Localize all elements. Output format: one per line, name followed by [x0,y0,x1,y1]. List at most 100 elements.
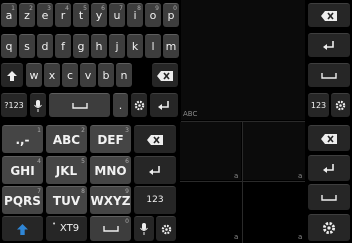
shift-key[interactable] [1,63,23,87]
key-x[interactable]: x [44,63,60,87]
key-label: 123 [146,195,164,205]
shift-key[interactable] [2,216,43,241]
key-hint: 8 [81,188,85,195]
period-key[interactable]: . [113,93,128,117]
t9-key-9[interactable]: WXYZ 9 [90,186,131,214]
key-label: . [118,99,123,112]
enter-key[interactable] [150,93,178,117]
key-l[interactable]: l [145,34,161,58]
delete-key[interactable] [152,63,178,87]
key-m[interactable]: m [163,34,179,58]
t9-key-8[interactable]: TUV 8 [46,186,87,214]
key-label: 123 [310,100,327,110]
voice-input-key[interactable] [30,93,46,117]
space-key[interactable]: 0 [90,216,131,241]
delete-key[interactable] [134,125,176,153]
t9-key-6[interactable]: MNO 6 [90,156,131,184]
key-u[interactable]: u7 [109,3,125,27]
key-z[interactable]: z2 [19,3,35,27]
key-n[interactable]: n [116,63,132,87]
key-t[interactable]: t5 [73,3,89,27]
key-label: n [120,69,128,82]
enter-key[interactable] [308,33,350,57]
key-label: XT9 [59,223,80,234]
symbols-mode-key[interactable]: ?123 [1,93,27,117]
key-o[interactable]: o9 [145,3,161,27]
key-y[interactable]: y6 [91,3,107,27]
key-hint: 2 [29,5,33,12]
key-label: i [133,9,137,22]
key-label: k [131,40,139,53]
key-a[interactable]: a1 [1,3,17,27]
t9-key-2[interactable]: ABC 2 [46,125,87,153]
key-hint: 6 [125,158,129,165]
delete-key[interactable] [308,125,350,151]
key-j[interactable]: j [109,34,125,58]
enter-arrow-icon [149,165,160,175]
settings-key[interactable] [308,214,350,241]
blank-pane-bottom-left [180,122,241,180]
enter-arrow-icon [158,100,169,110]
key-hint: 1 [37,127,41,134]
key-h[interactable]: h [91,34,107,58]
space-bar-icon [71,102,88,109]
key-f[interactable]: f [55,34,71,58]
key-label: ?123 [4,100,24,110]
pane-marker: a [234,172,239,180]
key-p[interactable]: p0 [163,3,179,27]
gear-icon [161,224,171,234]
space-bar-icon [321,72,337,79]
key-d[interactable]: d [37,34,53,58]
enter-key[interactable] [134,156,176,184]
pane-divider [180,181,305,182]
t9-key-1[interactable]: .,- 1 [2,125,43,153]
t9-key-7[interactable]: PQRS 7 [2,186,43,214]
enter-key[interactable] [308,155,350,181]
key-label: g [77,40,85,53]
t9-toggle-key[interactable]: • XT9 [46,216,87,241]
settings-key[interactable] [131,93,147,117]
space-key[interactable] [49,93,110,117]
key-e[interactable]: e3 [37,3,53,27]
key-b[interactable]: b [98,63,114,87]
key-k[interactable]: k [127,34,143,58]
blank-pane-top [181,0,305,120]
key-q[interactable]: q [1,34,17,58]
key-w[interactable]: w [26,63,42,87]
delete-key[interactable] [308,3,350,27]
key-label: s [24,40,30,53]
t9-key-3[interactable]: DEF 3 [90,125,131,153]
key-label: l [151,40,155,53]
key-c[interactable]: c [62,63,78,87]
key-label: d [41,40,49,53]
voice-input-key[interactable] [134,216,154,241]
key-s[interactable]: s [19,34,35,58]
t9-key-5[interactable]: JKL 5 [46,156,87,184]
settings-key[interactable] [331,93,350,117]
key-hint: 5 [81,158,85,165]
microphone-icon [140,223,148,235]
settings-key[interactable] [156,216,176,241]
backspace-icon [147,134,163,145]
space-key[interactable] [308,184,350,210]
key-label: m [165,40,177,53]
key-hint: 9 [125,188,129,195]
key-i[interactable]: i8 [127,3,143,27]
key-hint: 3 [47,5,51,12]
key-r[interactable]: r4 [55,3,71,27]
numbers-mode-key[interactable]: 123 [134,186,176,214]
key-g[interactable]: g [73,34,89,58]
numbers-mode-key[interactable]: 123 [308,93,329,117]
key-label: w [29,69,39,82]
backspace-icon [157,70,173,81]
key-v[interactable]: v [80,63,96,87]
gear-icon [322,221,336,235]
key-hint: 8 [137,5,141,12]
key-label: ABC [52,132,81,147]
backspace-icon [321,10,337,21]
space-key[interactable] [308,63,350,87]
t9-key-4[interactable]: GHI 4 [2,156,43,184]
key-hint: 6 [101,5,105,12]
shift-arrow-icon [7,70,17,81]
pane-marker: a [298,233,303,241]
